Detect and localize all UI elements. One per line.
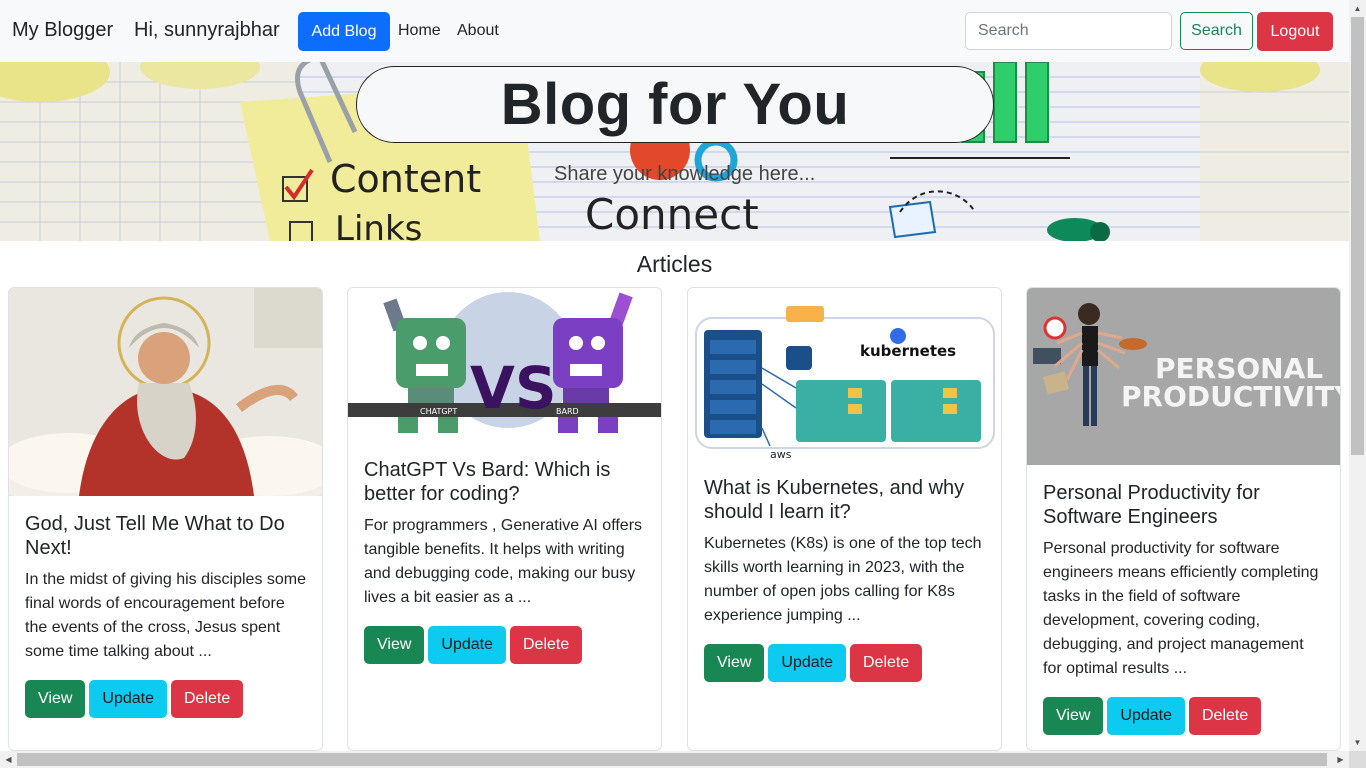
article-actions: View Update Delete: [25, 680, 306, 718]
article-title[interactable]: Personal Productivity for Software Engin…: [1043, 481, 1324, 529]
aws-label: aws: [770, 448, 792, 460]
chatgpt-label: CHATGPT: [420, 407, 457, 416]
article-card: VS CHATGPT BARD ChatGPT Vs Bard: Which i…: [347, 287, 662, 751]
article-excerpt: Personal productivity for software engin…: [1043, 540, 1319, 677]
hero-title: Blog for You: [500, 72, 850, 137]
article-excerpt: For programmers , Generative AI offers t…: [364, 517, 643, 606]
scroll-left-arrow-icon[interactable]: ◀: [0, 751, 17, 768]
article-title[interactable]: God, Just Tell Me What to Do Next!: [25, 512, 306, 560]
nav-link-home[interactable]: Home: [398, 22, 441, 40]
scroll-down-arrow-icon[interactable]: ▼: [1349, 734, 1366, 751]
article-card-body: ChatGPT Vs Bard: Which is better for cod…: [348, 438, 661, 664]
search-button[interactable]: Search: [1180, 12, 1253, 50]
update-button[interactable]: Update: [768, 644, 846, 682]
navbar: My Blogger Hi, sunnyrajbhar Add Blog Hom…: [0, 0, 1349, 62]
delete-button[interactable]: Delete: [509, 626, 583, 664]
add-blog-button[interactable]: Add Blog: [298, 12, 390, 51]
delete-button[interactable]: Delete: [849, 644, 923, 682]
svg-text:Content: Content: [330, 157, 481, 201]
hero-banner: Content Links Connect Blog for You Share…: [0, 62, 1349, 241]
article-image: kubernetes aws: [688, 288, 1001, 460]
svg-text:Connect: Connect: [585, 190, 759, 239]
page-viewport: My Blogger Hi, sunnyrajbhar Add Blog Hom…: [0, 0, 1349, 751]
kubernetes-label: kubernetes: [860, 342, 956, 360]
article-image: PERSONAL PRODUCTIVITY: [1027, 288, 1340, 465]
nav-link-about[interactable]: About: [457, 22, 499, 40]
update-button[interactable]: Update: [89, 680, 167, 718]
article-image: [9, 288, 322, 496]
update-button[interactable]: Update: [428, 626, 506, 664]
article-excerpt: In the midst of giving his disciples som…: [25, 571, 307, 660]
scrollbar-corner: [1349, 751, 1366, 768]
horizontal-scrollbar[interactable]: ◀ ▶: [0, 751, 1349, 768]
bard-label: BARD: [556, 407, 579, 416]
article-card-body: What is Kubernetes, and why should I lea…: [688, 460, 1001, 682]
scroll-right-arrow-icon[interactable]: ▶: [1332, 751, 1349, 768]
horizontal-scroll-thumb[interactable]: [17, 753, 1327, 766]
article-title[interactable]: ChatGPT Vs Bard: Which is better for cod…: [364, 458, 645, 506]
hero-subtitle: Share your knowledge here...: [554, 163, 816, 185]
logout-button[interactable]: Logout: [1257, 12, 1333, 51]
article-actions: View Update Delete: [1043, 697, 1324, 735]
search-input[interactable]: [965, 12, 1172, 50]
article-card: PERSONAL PRODUCTIVITY Personal Productiv…: [1026, 287, 1341, 751]
article-card-body: God, Just Tell Me What to Do Next! In th…: [9, 496, 322, 718]
view-button[interactable]: View: [25, 680, 86, 718]
article-actions: View Update Delete: [364, 626, 645, 664]
article-image: VS CHATGPT BARD: [348, 288, 661, 438]
delete-button[interactable]: Delete: [1188, 697, 1262, 735]
articles-heading: Articles: [636, 251, 713, 277]
svg-text:Links: Links: [335, 209, 422, 241]
vs-label: VS: [470, 354, 557, 422]
article-actions: View Update Delete: [704, 644, 985, 682]
article-card: kubernetes aws What is Kubernetes, and w…: [687, 287, 1002, 751]
view-button[interactable]: View: [704, 644, 765, 682]
view-button[interactable]: View: [364, 626, 425, 664]
hero-title-box: Blog for You: [356, 66, 994, 143]
update-button[interactable]: Update: [1107, 697, 1185, 735]
article-title[interactable]: What is Kubernetes, and why should I lea…: [704, 476, 985, 524]
vertical-scroll-thumb[interactable]: [1351, 17, 1364, 455]
delete-button[interactable]: Delete: [170, 680, 244, 718]
brand-link[interactable]: My Blogger: [12, 19, 113, 42]
view-button[interactable]: View: [1043, 697, 1104, 735]
user-greeting: Hi, sunnyrajbhar: [134, 19, 280, 41]
article-card-body: Personal Productivity for Software Engin…: [1027, 465, 1340, 735]
article-card: God, Just Tell Me What to Do Next! In th…: [8, 287, 323, 751]
article-excerpt: Kubernetes (K8s) is one of the top tech …: [704, 535, 982, 624]
productivity-label: PRODUCTIVITY: [1121, 380, 1340, 413]
vertical-scrollbar[interactable]: ▲ ▼: [1349, 0, 1366, 751]
scroll-up-arrow-icon[interactable]: ▲: [1349, 0, 1366, 17]
